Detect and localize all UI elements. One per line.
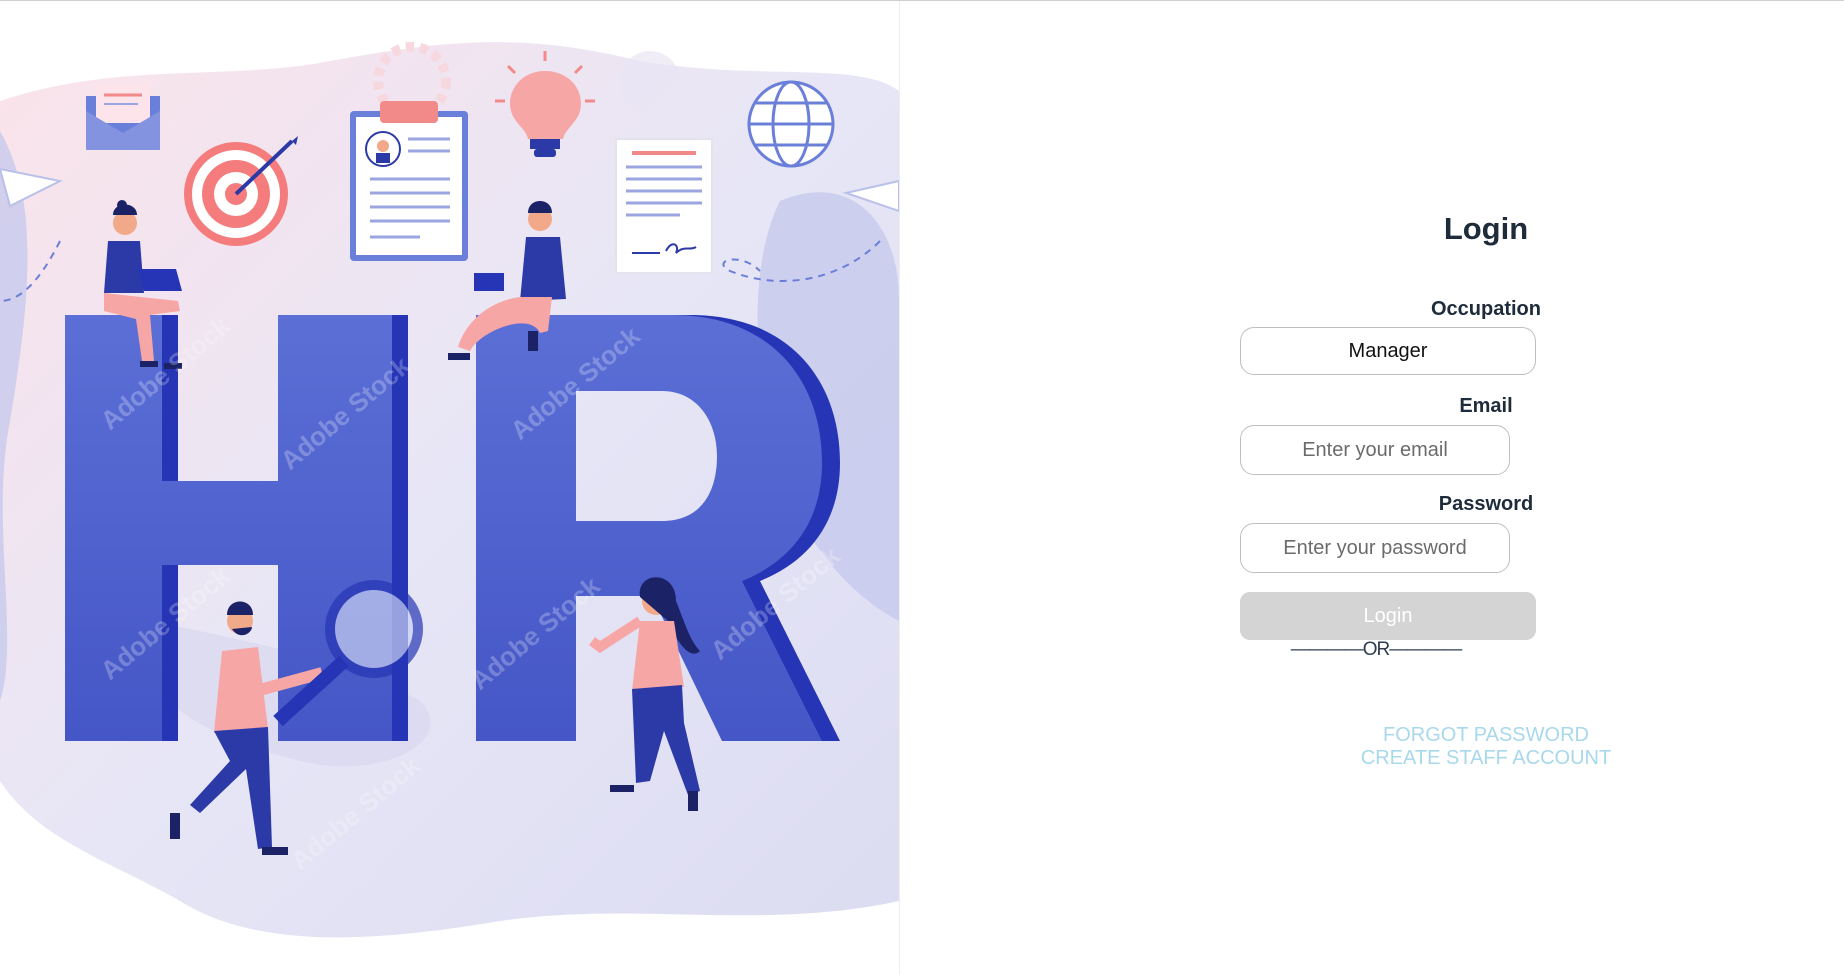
email-field[interactable]	[1240, 425, 1510, 475]
occupation-select[interactable]: Manager	[1240, 327, 1536, 375]
occupation-value: Manager	[1348, 339, 1428, 362]
hr-illustration-graphic: Adobe Stock Adobe Stock Adobe Stock Adob…	[0, 42, 899, 938]
create-staff-account-link[interactable]: CREATE STAFF ACCOUNT	[1308, 747, 1664, 770]
password-label: Password	[1438, 493, 1534, 515]
hr-illustration: Adobe Stock Adobe Stock Adobe Stock Adob…	[0, 1, 900, 975]
login-panel: Login Occupation Manager Email Password …	[900, 1, 1844, 975]
page-title: Login	[1443, 211, 1529, 246]
forgot-password-link[interactable]: FORGOT PASSWORD	[1308, 724, 1664, 747]
envelope-icon	[86, 83, 160, 150]
login-page: Adobe Stock Adobe Stock Adobe Stock Adob…	[0, 0, 1844, 975]
or-divider: ————OR————	[1290, 639, 1463, 660]
document-icon	[615, 138, 713, 274]
login-button[interactable]: Login	[1240, 592, 1536, 640]
email-label: Email	[1459, 395, 1513, 417]
globe-icon	[747, 80, 835, 168]
occupation-label: Occupation	[1430, 298, 1541, 320]
clipboard-icon	[350, 101, 468, 261]
password-field[interactable]	[1240, 523, 1510, 573]
